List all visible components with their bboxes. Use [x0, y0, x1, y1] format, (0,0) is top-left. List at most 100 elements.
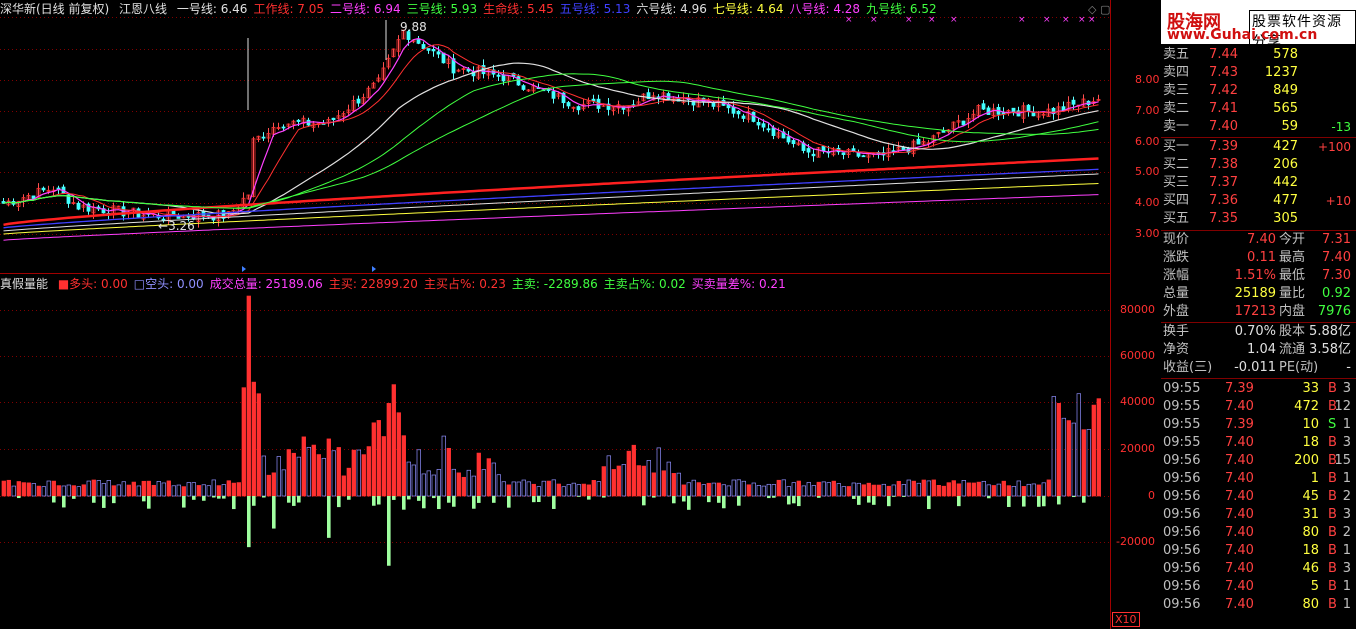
book-change: +100	[1318, 140, 1351, 154]
indicator-name: 江恩八线	[119, 2, 168, 16]
tick-volume: 45	[1302, 489, 1319, 504]
book-label: 卖三	[1163, 83, 1190, 98]
book-volume: 1237	[1264, 65, 1298, 80]
buy-row: 买四 7.36 477 +10	[1163, 192, 1353, 210]
book-volume: 477	[1273, 193, 1298, 208]
quote-value: 7.30	[1322, 268, 1351, 283]
tick-volume: 31	[1302, 507, 1319, 522]
tick-count: 1	[1342, 597, 1351, 612]
tick-row: 09:56 7.40 45 B 2	[1163, 488, 1353, 506]
price-tick: 5.00	[1135, 165, 1160, 178]
signal-marker: ×	[928, 15, 936, 25]
signal-marker: ×	[1088, 15, 1096, 25]
tick-row: 09:56 7.40 80 B 2	[1163, 524, 1353, 542]
tick-time: 09:56	[1163, 597, 1201, 612]
brand-banner: 股海网 股票软件资源分享 www.Guhai.com.cn	[1161, 0, 1356, 52]
book-price: 7.35	[1209, 211, 1238, 226]
signal-arrow	[372, 266, 376, 272]
book-label: 卖四	[1163, 65, 1190, 80]
chart-area[interactable]: × × × × × × × × × × 深华新(日线 前复权) 江恩八线 一号线: 6.46 工作线…	[0, 0, 1111, 629]
tick-price: 7.40	[1225, 489, 1254, 504]
tick-row: 09:56 7.40 200 B 15	[1163, 452, 1353, 470]
book-volume: 578	[1273, 47, 1298, 62]
quote-label: PE(动)	[1279, 360, 1319, 375]
tick-row: 09:56 7.40 46 B 3	[1163, 560, 1353, 578]
tick-volume: 18	[1302, 543, 1319, 558]
quote-label: 最低	[1279, 268, 1306, 283]
book-volume: 442	[1273, 175, 1298, 190]
tick-count: 2	[1342, 489, 1351, 504]
fundamental-row: 换手 0.70% 股本 5.88亿	[1163, 323, 1353, 341]
book-label: 买一	[1163, 139, 1190, 154]
signal-marker: ×	[1062, 15, 1070, 25]
buy-row: 买二 7.38 206	[1163, 156, 1353, 174]
buy-row: 买三 7.37 442	[1163, 174, 1353, 192]
legend-line-4: 生命线: 5.45	[483, 2, 554, 16]
tick-time: 09:56	[1163, 471, 1201, 486]
signal-marker: ×	[905, 15, 913, 25]
book-label: 卖二	[1163, 101, 1190, 116]
tick-direction: B	[1328, 435, 1337, 450]
book-price: 7.42	[1209, 83, 1238, 98]
stock-title: 深华新(日线 前复权)	[0, 2, 110, 16]
tick-time: 09:56	[1163, 579, 1201, 594]
candles	[1, 20, 1101, 228]
tick-count: 3	[1342, 561, 1351, 576]
volume-bars	[1, 295, 1101, 566]
legend-line-9: 九号线: 6.52	[866, 2, 937, 16]
low-price-value: 3.26	[168, 219, 195, 233]
quote-label: 总量	[1163, 286, 1190, 301]
quote-label: 涨幅	[1163, 268, 1190, 283]
tick-direction: B	[1328, 543, 1337, 558]
sell-row: 卖二 7.41 565	[1163, 100, 1353, 118]
tick-time: 09:56	[1163, 453, 1201, 468]
sell-row: 卖四 7.43 1237	[1163, 64, 1353, 82]
zoom-button[interactable]: X10	[1112, 612, 1140, 627]
tick-price: 7.40	[1225, 579, 1254, 594]
price-tick: 8.00	[1135, 73, 1160, 86]
quote-value: 5.88亿	[1309, 324, 1351, 339]
book-price: 7.38	[1209, 157, 1238, 172]
book-price: 7.44	[1209, 47, 1238, 62]
book-price: 7.36	[1209, 193, 1238, 208]
book-price: 7.40	[1209, 119, 1238, 134]
book-label: 买四	[1163, 193, 1190, 208]
tick-direction: B	[1328, 579, 1337, 594]
quote-value: 0.70%	[1234, 324, 1276, 339]
quote-label: 净资	[1163, 342, 1190, 357]
fundamental-row: 净资 1.04 流通 3.58亿	[1163, 341, 1353, 359]
quote-row: 涨幅 1.51% 最低 7.30	[1163, 267, 1353, 285]
quote-value: -	[1346, 360, 1351, 375]
quote-label: 涨跌	[1163, 250, 1190, 265]
chart-window-controls[interactable]: ◇ ▢	[1088, 3, 1110, 16]
legend-line-1: 工作线: 7.05	[253, 2, 325, 16]
quote-label: 收益(三)	[1163, 360, 1213, 375]
tick-time: 09:56	[1163, 543, 1201, 558]
tick-direction: B	[1328, 471, 1337, 486]
quote-row: 总量 25189 量比 0.92	[1163, 285, 1353, 303]
quote-value: 17213	[1234, 304, 1276, 319]
tick-volume: 472	[1294, 399, 1319, 414]
signal-marker: ×	[1078, 15, 1086, 25]
quote-value: 3.58亿	[1309, 342, 1351, 357]
quote-value: 0.11	[1247, 250, 1276, 265]
tick-price: 7.39	[1225, 417, 1254, 432]
quote-value: 7.40	[1247, 232, 1276, 247]
book-label: 买五	[1163, 211, 1190, 226]
book-volume: 305	[1273, 211, 1298, 226]
tick-time: 09:55	[1163, 399, 1201, 414]
quote-label: 最高	[1279, 250, 1306, 265]
tick-count: 12	[1334, 399, 1351, 414]
volume-legend-item-4: 主买占%: 0.23	[423, 277, 506, 291]
price-tick: 3.00	[1135, 227, 1160, 240]
quote-row: 外盘 17213 内盘 7976	[1163, 303, 1353, 321]
legend-line-5: 五号线: 5.13	[559, 2, 631, 16]
volume-legend-items: ■多头: 0.00 □空头: 0.00 成交总量: 25189.06 主买: 2289…	[58, 277, 792, 291]
tick-row: 09:55 7.39 10 S 1	[1163, 416, 1353, 434]
sell-row: 卖一 7.40 59 -13	[1163, 118, 1353, 136]
signal-marker: ×	[870, 15, 878, 25]
kline-chart[interactable]: × × × × × × × × × ×	[0, 0, 1111, 629]
tick-count: 1	[1342, 471, 1351, 486]
tick-volume: 33	[1302, 381, 1319, 396]
volume-tick: 0	[1148, 489, 1155, 502]
